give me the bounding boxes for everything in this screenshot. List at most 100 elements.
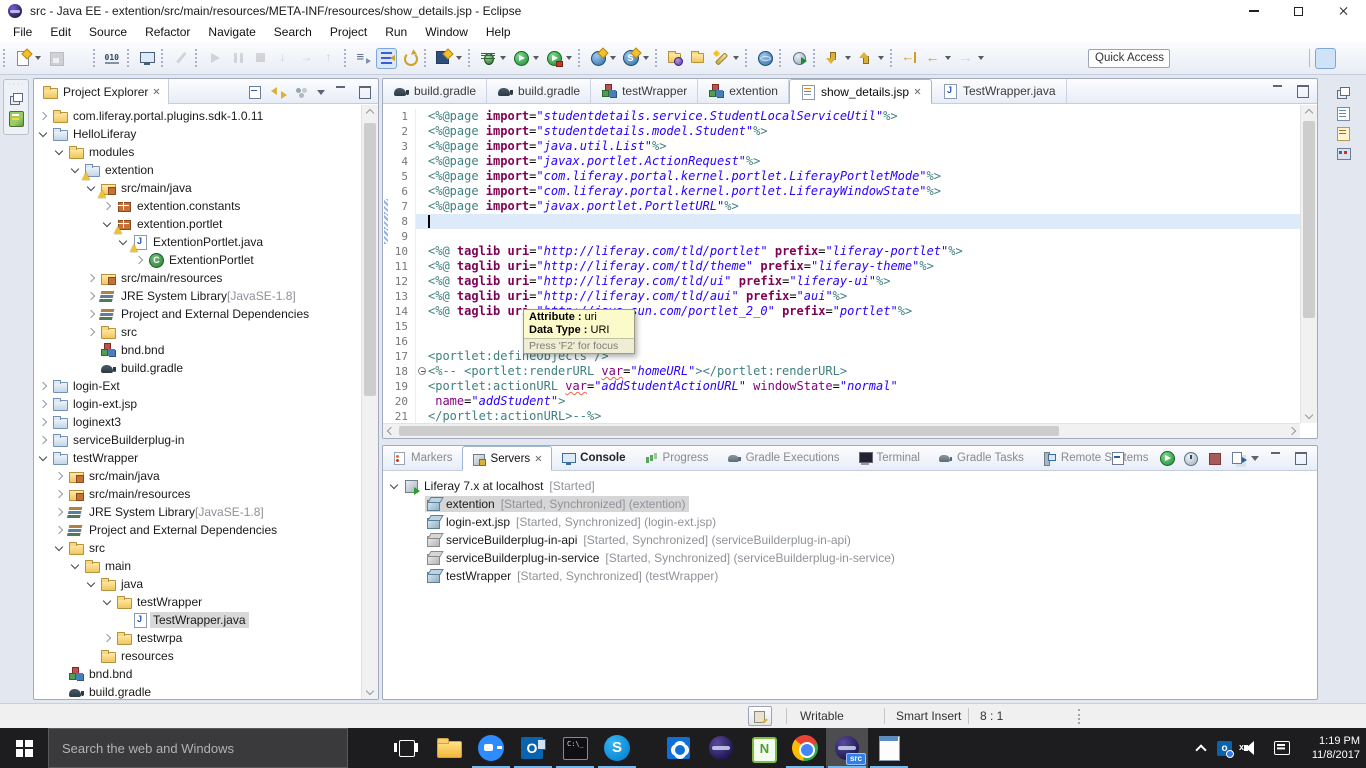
menu-search[interactable]: Search	[265, 23, 321, 41]
twistie-icon[interactable]	[103, 218, 111, 226]
open-liferay-project-button[interactable]	[664, 48, 685, 69]
collapse-toggle-icon[interactable]	[418, 367, 426, 375]
run-button-dropdown[interactable]	[533, 56, 539, 60]
twistie-icon[interactable]	[39, 400, 47, 408]
tree-item[interactable]: testWrapper	[34, 449, 361, 467]
debug-button-dropdown[interactable]	[500, 56, 506, 60]
publish-button[interactable]	[1231, 450, 1247, 466]
tree-item[interactable]: testWrapper	[34, 593, 361, 611]
link-with-editor-button[interactable]	[271, 84, 287, 100]
twistie-icon[interactable]	[39, 436, 47, 444]
status-tool-button[interactable]	[748, 706, 772, 726]
new-liferay-module-button[interactable]	[433, 48, 454, 69]
chrome-app[interactable]	[784, 728, 826, 768]
tree-item[interactable]: extention.portlet	[34, 215, 361, 233]
menu-edit[interactable]: Edit	[41, 23, 80, 41]
outline-view-button[interactable]	[1335, 105, 1351, 121]
action-center-icon[interactable]	[1274, 741, 1290, 755]
tree-item[interactable]: build.gradle	[34, 359, 361, 377]
editor-tab-testwrapper-java[interactable]: TestWrapper.java	[932, 79, 1067, 103]
twistie-icon[interactable]	[87, 274, 95, 282]
tree-item[interactable]: serviceBuilderplug-in	[34, 431, 361, 449]
debug-server-button[interactable]	[1136, 451, 1150, 465]
export-button-dropdown[interactable]	[878, 56, 884, 60]
step-into-button[interactable]	[273, 48, 294, 69]
tree-item[interactable]: ExtentionPortlet	[34, 251, 361, 269]
twistie-icon[interactable]	[39, 112, 47, 120]
run-external-tools-button[interactable]	[788, 48, 809, 69]
tree-item[interactable]: extention.constants	[34, 197, 361, 215]
coverage-button-dropdown[interactable]	[566, 56, 572, 60]
code-area[interactable]: 1<%@page import="studentdetails.service.…	[383, 105, 1300, 423]
twistie-icon[interactable]	[55, 508, 63, 516]
menu-run[interactable]: Run	[376, 23, 416, 41]
explorer-scrollbar[interactable]	[361, 105, 378, 699]
debug-button[interactable]	[477, 48, 498, 69]
skip-all-breakpoints-button[interactable]	[353, 48, 374, 69]
twistie-icon[interactable]	[87, 310, 95, 318]
scrollbar-thumb[interactable]	[1303, 121, 1315, 318]
minimize-view-button[interactable]	[1269, 450, 1285, 466]
tab-servers[interactable]: Servers	[462, 446, 553, 471]
open-console-button[interactable]	[136, 48, 157, 69]
scrollbar-thumb[interactable]	[399, 426, 1059, 436]
web-browser-button[interactable]	[754, 48, 775, 69]
terminate-button[interactable]	[250, 48, 271, 69]
tree-item[interactable]: build.gradle	[34, 683, 361, 699]
tree-item[interactable]: login-ext.jsp	[34, 395, 361, 413]
eclipse-src-app[interactable]: src	[826, 728, 868, 768]
notepad-plus-plus-app[interactable]	[742, 728, 784, 768]
twistie-icon[interactable]	[71, 164, 79, 172]
tree-item[interactable]: com.liferay.portal.plugins.sdk-1.0.11	[34, 107, 361, 125]
restore-views-button[interactable]	[8, 91, 24, 107]
new-wizard-button-dropdown[interactable]	[35, 56, 41, 60]
eclipse-app[interactable]	[700, 728, 742, 768]
open-perspective-button[interactable]	[1283, 48, 1304, 69]
minimize-view-button[interactable]	[334, 84, 350, 100]
tree-item[interactable]: main	[34, 557, 361, 575]
twistie-icon[interactable]	[103, 634, 111, 642]
tab-progress[interactable]: Progress	[635, 446, 718, 470]
tree-item[interactable]: TestWrapper.java	[34, 611, 361, 629]
collapse-all-button[interactable]	[1111, 450, 1127, 466]
tree-item[interactable]: testwrpa	[34, 629, 361, 647]
new-server-button[interactable]	[587, 48, 608, 69]
maximize-editor-button[interactable]	[1295, 83, 1311, 99]
task-view-button[interactable]	[386, 728, 428, 768]
twistie-icon[interactable]	[103, 202, 111, 210]
tab-console[interactable]: Console	[552, 446, 634, 470]
minimized-outline-view-button[interactable]	[8, 110, 24, 126]
twistie-icon[interactable]	[55, 472, 63, 480]
server-row[interactable]: login-ext.jsp[Started, Synchronized] (lo…	[383, 513, 1317, 531]
last-edit-location-button[interactable]	[899, 48, 920, 69]
editor-tab-build-gradle[interactable]: build.gradle	[487, 79, 591, 103]
start-server-button[interactable]	[1159, 450, 1175, 466]
save-button[interactable]	[45, 48, 66, 69]
command-prompt-app[interactable]	[554, 728, 596, 768]
tree-item[interactable]: login-Ext	[34, 377, 361, 395]
restore-right-views-button[interactable]	[1335, 85, 1351, 101]
tab-gradle-executions[interactable]: Gradle Executions	[718, 446, 849, 470]
twistie-icon[interactable]	[87, 292, 95, 300]
twistie-icon[interactable]	[119, 236, 127, 244]
twistie-icon[interactable]	[39, 418, 47, 426]
skype-app[interactable]	[596, 728, 638, 768]
editor-tab-build-gradle[interactable]: build.gradle	[383, 79, 487, 103]
taskbar-search[interactable]	[48, 728, 348, 768]
tree-item[interactable]: HelloLiferay	[34, 125, 361, 143]
tree-item[interactable]: src/main/resources	[34, 485, 361, 503]
run-button[interactable]	[510, 48, 531, 69]
back-button[interactable]	[922, 48, 943, 69]
new-liferay-module-button-dropdown[interactable]	[456, 56, 462, 60]
palette-view-button[interactable]	[1335, 145, 1351, 161]
twistie-icon[interactable]	[390, 480, 398, 488]
search-button[interactable]	[170, 48, 191, 69]
tray-expand-icon[interactable]	[1195, 744, 1206, 755]
taskbar-clock[interactable]: 1:19 PM 11/8/2017	[1302, 734, 1360, 762]
tree-item[interactable]: loginext3	[34, 413, 361, 431]
collapse-all-button[interactable]	[248, 84, 264, 100]
twistie-icon[interactable]	[87, 182, 95, 190]
window-minimize-button[interactable]	[1231, 0, 1276, 22]
tree-item[interactable]: java	[34, 575, 361, 593]
twistie-icon[interactable]	[71, 560, 79, 568]
